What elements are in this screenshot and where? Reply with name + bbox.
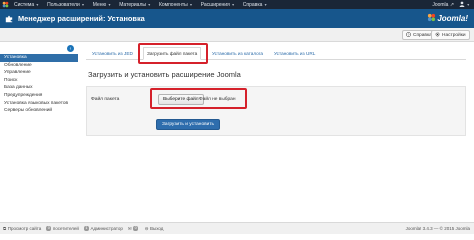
menu-label: Расширения bbox=[200, 1, 230, 8]
highlight-frame bbox=[150, 88, 247, 109]
puzzle-icon bbox=[4, 14, 14, 24]
envelope-icon: ✉ bbox=[127, 225, 132, 231]
menu-menus[interactable]: Меню ▼ bbox=[89, 0, 115, 9]
package-file-label: Файл пакета bbox=[91, 97, 120, 102]
menu-components[interactable]: Компоненты ▼ bbox=[155, 0, 197, 9]
page-title: Менеджер расширений: Установка bbox=[18, 14, 145, 23]
joomla-logo-icon[interactable] bbox=[0, 0, 10, 9]
view-site-link[interactable]: ⧉ Просмотр сайта bbox=[3, 226, 41, 231]
visitors-count-badge: 0 bbox=[46, 226, 52, 231]
user-menu-icon[interactable] bbox=[459, 1, 465, 9]
sidebar-item-manage[interactable]: Управление bbox=[0, 69, 78, 77]
joomla-brand-text: Joomla! bbox=[437, 14, 468, 23]
view-site-label: Просмотр сайта bbox=[7, 226, 42, 231]
sidebar-item-discover[interactable]: Поиск bbox=[0, 77, 78, 85]
menu-help[interactable]: Справка ▼ bbox=[239, 0, 272, 9]
admins-status: 1 Администратор bbox=[83, 226, 123, 231]
caret-down-icon: ▼ bbox=[107, 2, 112, 7]
upload-panel: Файл пакета Выберите файл Файл не выбран… bbox=[86, 86, 466, 136]
admins-count-badge: 1 bbox=[83, 226, 89, 231]
visitors-label: посетителей bbox=[52, 226, 79, 231]
menu-label: Пользователи bbox=[47, 1, 80, 8]
menu-extensions[interactable]: Расширения ▼ bbox=[197, 0, 239, 9]
caret-down-icon: ▼ bbox=[263, 2, 268, 7]
menu-users[interactable]: Пользователи ▼ bbox=[43, 0, 89, 9]
copyright-text: Joomla! 3.4.3 — © 2015 Joomla bbox=[405, 226, 470, 231]
sidebar-item-update[interactable]: Обновление bbox=[0, 62, 78, 70]
upload-and-install-button[interactable]: Загрузить и установить bbox=[156, 119, 221, 130]
visitors-status: 0 посетителей bbox=[46, 226, 79, 231]
section-title: Загрузить и установить расширение Joomla bbox=[88, 70, 241, 79]
admins-label: Администратор bbox=[90, 226, 123, 231]
status-footer: ⧉ Просмотр сайта 0 посетителей 1 Админис… bbox=[0, 222, 474, 234]
menu-system[interactable]: Система ▼ bbox=[10, 0, 43, 9]
sidebar-item-install-languages[interactable]: Установка языковых пакетов bbox=[0, 100, 78, 108]
logout-label: Выход bbox=[149, 226, 164, 231]
menu-label: Материалы bbox=[119, 1, 146, 8]
highlight-frame bbox=[138, 43, 208, 64]
toolbar: ? Справка Настройки bbox=[0, 28, 474, 42]
caret-down-icon: ▼ bbox=[81, 2, 85, 7]
help-button-label: Справка bbox=[413, 32, 432, 38]
sidebar-toggle-icon[interactable]: ‹ bbox=[67, 45, 74, 52]
sidebar-item-update-sites[interactable]: Серверы обновлений bbox=[0, 107, 78, 115]
sidebar: ‹ Установка Обновление Управление Поиск … bbox=[0, 42, 78, 222]
tab-install-from-folder[interactable]: Установить из каталога bbox=[212, 47, 263, 60]
question-circle-icon: ? bbox=[406, 31, 411, 39]
menu-label: Система bbox=[14, 1, 35, 8]
menu-label: Меню bbox=[92, 1, 107, 8]
messages-count-badge: 0 bbox=[133, 226, 139, 231]
caret-down-icon: ▼ bbox=[147, 2, 151, 7]
caret-down-icon: ▼ bbox=[35, 2, 40, 7]
gear-icon bbox=[435, 31, 440, 39]
tab-install-from-jed[interactable]: Установить из JED bbox=[92, 47, 133, 60]
menu-content[interactable]: Материалы ▼ bbox=[115, 0, 155, 9]
options-button-label: Настройки bbox=[442, 32, 466, 38]
top-menu-bar: Система ▼ Пользователи ▼ Меню ▼ Материалы ▼ … bbox=[0, 0, 474, 9]
joomla-brand-icon bbox=[427, 13, 436, 24]
caret-down-icon: ▼ bbox=[189, 2, 193, 7]
sidebar-item-warnings[interactable]: Предупреждения bbox=[0, 92, 78, 100]
external-link-icon: ⧉ bbox=[3, 226, 7, 231]
svg-text:?: ? bbox=[408, 32, 410, 36]
site-link[interactable]: Joomla ↗ bbox=[432, 2, 454, 8]
options-button[interactable]: Настройки bbox=[431, 30, 470, 40]
caret-down-icon: ▼ bbox=[231, 2, 235, 7]
logout-link[interactable]: ⊖ Выход bbox=[145, 226, 164, 232]
menu-label: Справка bbox=[242, 1, 263, 8]
sidebar-item-install[interactable]: Установка bbox=[0, 54, 78, 62]
messages-status[interactable]: ✉ 0 bbox=[128, 226, 140, 232]
menu-label: Компоненты bbox=[158, 1, 188, 8]
joomla-brand: Joomla! bbox=[427, 13, 468, 24]
page-header: Менеджер расширений: Установка Joomla! bbox=[0, 9, 474, 28]
caret-down-icon: ▼ bbox=[466, 2, 470, 7]
minus-circle-icon: ⊖ bbox=[144, 225, 149, 231]
tab-install-from-url[interactable]: Установить из URL bbox=[274, 47, 315, 60]
sidebar-item-database[interactable]: База данных bbox=[0, 84, 78, 92]
